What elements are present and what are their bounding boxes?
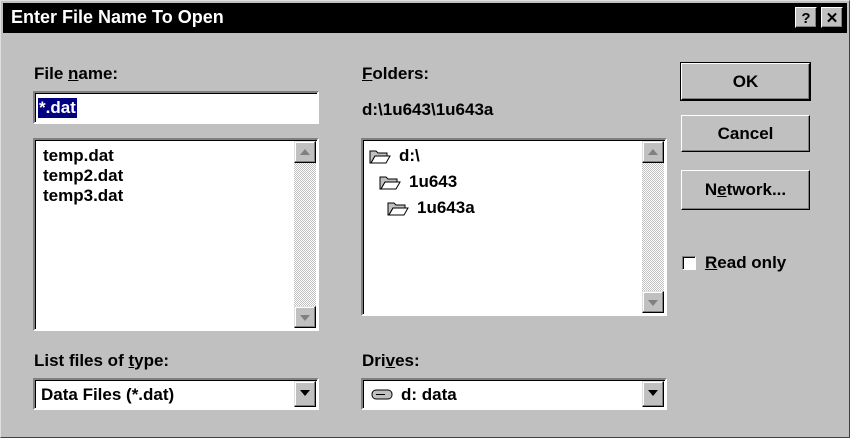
open-folder-icon: [379, 176, 401, 190]
ok-button[interactable]: OK: [680, 62, 811, 101]
drives-dropdown-button[interactable]: [642, 381, 664, 407]
read-only-label[interactable]: Read only: [705, 253, 786, 273]
scroll-down-button[interactable]: [642, 291, 664, 313]
open-folder-icon: [369, 150, 391, 164]
list-item[interactable]: temp3.dat: [43, 186, 123, 206]
current-path: d:\1u643\1u643a: [362, 100, 494, 119]
file-name-label: File name:: [34, 64, 119, 83]
close-button[interactable]: ✕: [821, 7, 843, 28]
folder-label: d:\: [399, 146, 420, 165]
scroll-down-button[interactable]: [294, 306, 316, 328]
file-list[interactable]: temp.dat temp2.dat temp3.dat: [33, 138, 319, 331]
file-type-dropdown[interactable]: Data Files (*.dat): [33, 378, 319, 410]
file-type-value: Data Files (*.dat): [41, 385, 175, 404]
drives-dropdown[interactable]: d: data: [361, 378, 667, 410]
up-arrow-icon: [300, 149, 310, 155]
cancel-button[interactable]: Cancel: [681, 115, 810, 152]
open-folder-icon: [387, 202, 409, 216]
open-file-dialog: Enter File Name To Open ? ✕ File name: *…: [0, 0, 850, 438]
drives-label: Drives:: [362, 351, 420, 370]
title-bar[interactable]: Enter File Name To Open ? ✕: [3, 3, 847, 33]
help-button[interactable]: ?: [795, 7, 817, 28]
list-item[interactable]: temp2.dat: [43, 166, 123, 186]
folder-list-scrollbar[interactable]: [642, 141, 664, 313]
file-name-input[interactable]: *.dat: [33, 91, 319, 124]
drives-value: d: data: [401, 385, 457, 404]
up-arrow-icon: [648, 149, 658, 155]
folders-label: Folders:: [362, 64, 430, 83]
folder-list[interactable]: d:\ 1u643 1u643a: [361, 138, 667, 316]
down-arrow-icon: [300, 315, 310, 321]
file-type-label: List files of type:: [34, 351, 170, 370]
down-arrow-icon: [648, 300, 658, 306]
file-list-scrollbar[interactable]: [294, 141, 316, 328]
drive-icon: [371, 389, 393, 400]
folder-label: 1u643: [409, 172, 458, 191]
dialog-title: Enter File Name To Open: [11, 7, 224, 27]
file-type-dropdown-button[interactable]: [294, 381, 316, 407]
scroll-up-button[interactable]: [294, 141, 316, 163]
folder-label: 1u643a: [417, 198, 475, 217]
file-name-value: *.dat: [38, 98, 77, 118]
network-button[interactable]: Network...: [681, 170, 810, 210]
list-item[interactable]: temp.dat: [43, 146, 114, 166]
chevron-down-icon: [648, 390, 658, 396]
read-only-checkbox[interactable]: [682, 256, 696, 270]
scroll-up-button[interactable]: [642, 141, 664, 163]
chevron-down-icon: [300, 390, 310, 396]
